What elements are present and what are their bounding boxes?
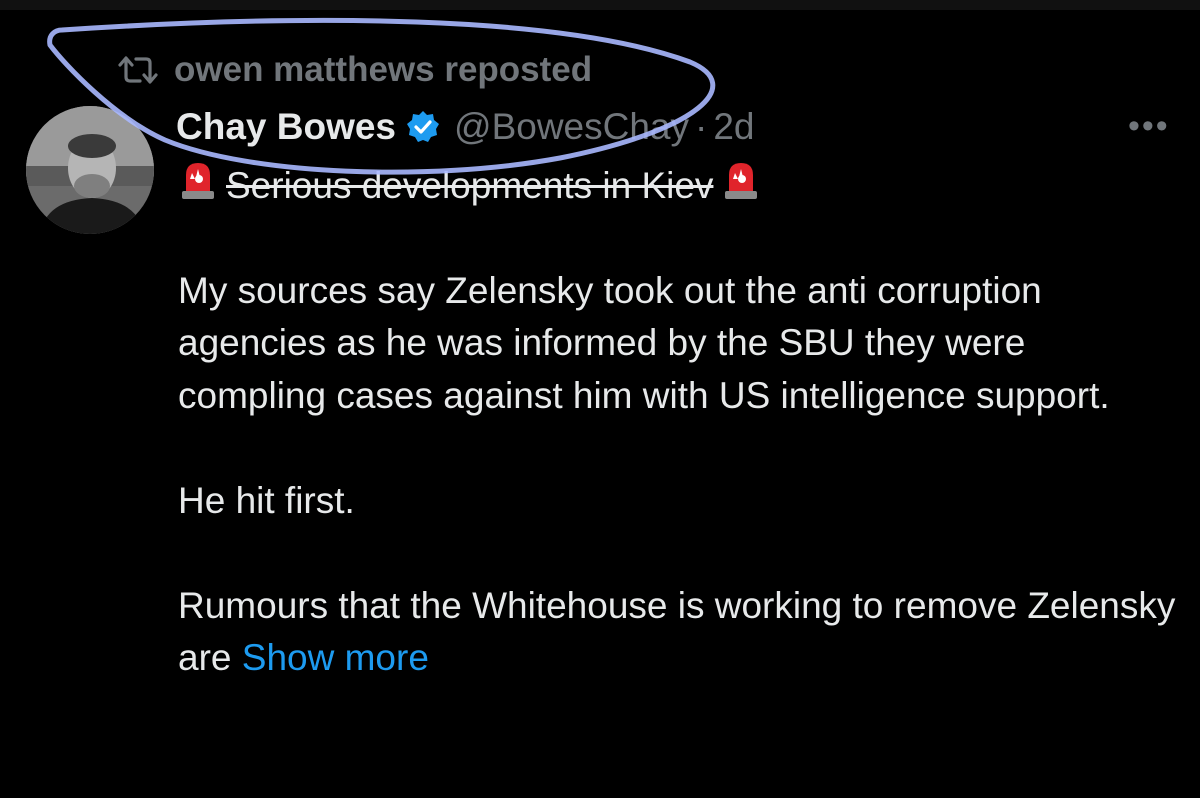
headline-text: Serious developments in Kiev — [226, 164, 714, 206]
top-divider — [0, 0, 1200, 10]
siren-emoji-icon — [721, 157, 761, 216]
show-more-link[interactable]: Show more — [242, 637, 429, 678]
author-handle[interactable]: @BowesChay — [454, 106, 689, 148]
more-options-icon[interactable]: ••• — [1128, 109, 1170, 143]
tweet-paragraph: My sources say Zelensky took out the ant… — [178, 269, 1110, 416]
tweet-paragraph: He hit first. — [178, 479, 355, 521]
repost-icon — [116, 55, 160, 85]
tweet-headline: Serious developments in Kiev — [178, 160, 1178, 212]
timestamp[interactable]: 2d — [713, 106, 754, 148]
tweet-body: Serious developments in Kiev My sources … — [178, 160, 1178, 685]
repost-indicator[interactable]: owen matthews reposted — [116, 50, 592, 90]
siren-emoji-icon — [178, 157, 218, 216]
verified-badge-icon — [406, 110, 440, 144]
separator-dot: · — [695, 106, 708, 147]
tweet-paragraph: Rumours that the Whitehouse is working t… — [178, 580, 1178, 685]
repost-label: owen matthews reposted — [174, 50, 593, 89]
tweet-header: Chay Bowes @BowesChay · 2d — [176, 104, 755, 150]
avatar[interactable] — [26, 106, 154, 234]
author-name[interactable]: Chay Bowes — [176, 106, 396, 148]
